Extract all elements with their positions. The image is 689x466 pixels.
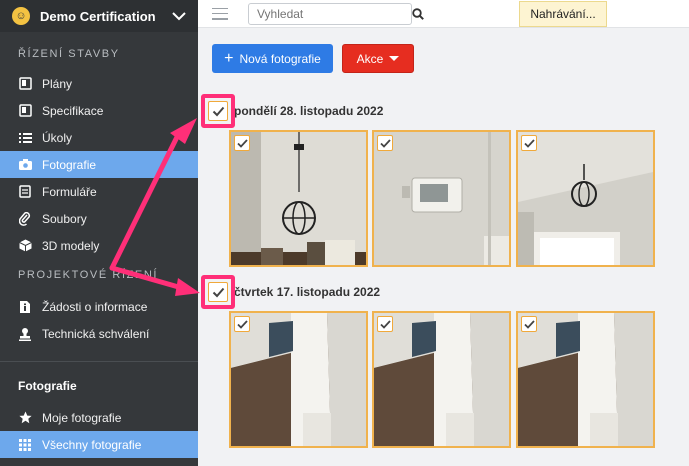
- photo-select-checkbox[interactable]: [521, 135, 537, 151]
- annotation-arrows: [109, 118, 200, 296]
- photo-select-checkbox[interactable]: [377, 135, 393, 151]
- annotation-arrow-right: [109, 265, 185, 291]
- photo-select-checkbox[interactable]: [234, 316, 250, 332]
- annotation-arrow-up: [109, 132, 181, 271]
- annotation-arrowhead-icon: [175, 278, 200, 296]
- photo-select-checkbox[interactable]: [521, 316, 537, 332]
- photo-select-checkbox[interactable]: [234, 135, 250, 151]
- photo-select-checkbox[interactable]: [377, 316, 393, 332]
